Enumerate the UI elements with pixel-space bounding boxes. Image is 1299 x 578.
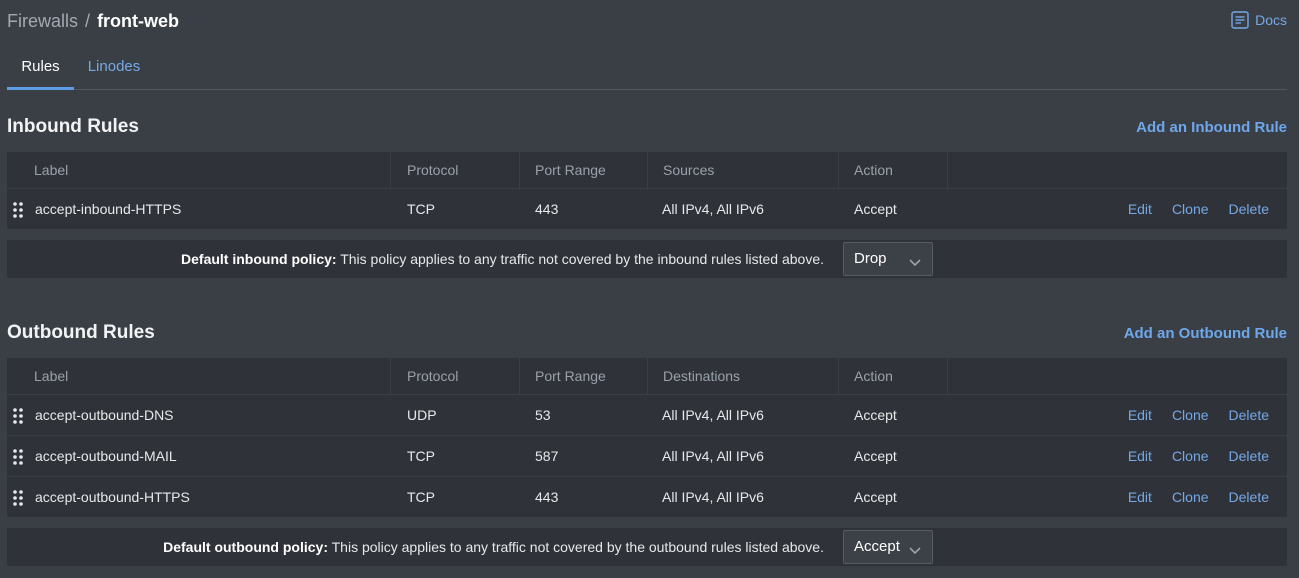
firewall-rules-page: Firewalls / front-web Docs Rules Linodes…: [0, 0, 1299, 578]
edit-rule-button[interactable]: Edit: [1128, 395, 1152, 435]
delete-rule-button[interactable]: Delete: [1229, 395, 1269, 435]
outbound-rules-table: Label Protocol Port Range Destinations A…: [7, 358, 1287, 518]
rule-port-range: 443: [535, 201, 559, 217]
page-title[interactable]: front-web: [97, 11, 179, 31]
rule-action: Accept: [854, 201, 897, 217]
document-icon: [1231, 11, 1249, 29]
drag-handle-icon[interactable]: [13, 408, 23, 424]
inbound-rules-title: Inbound Rules: [7, 116, 139, 137]
outbound-policy-text: This policy applies to any traffic not c…: [327, 539, 824, 555]
rule-port-range: 53: [535, 407, 551, 423]
column-header-action: Action: [838, 152, 948, 189]
rule-label: accept-outbound-MAIL: [35, 448, 177, 464]
delete-rule-button[interactable]: Delete: [1229, 436, 1269, 476]
outbound-policy-bar: Default outbound policy: This policy app…: [7, 528, 1287, 566]
inbound-policy-value: Drop: [854, 250, 887, 267]
rule-label: accept-inbound-HTTPS: [35, 201, 182, 217]
column-header-port-range: Port Range: [519, 358, 648, 395]
rule-protocol: TCP: [407, 201, 435, 217]
table-row: accept-outbound-DNS UDP 53 All IPv4, All…: [7, 395, 1287, 436]
clone-rule-button[interactable]: Clone: [1172, 189, 1209, 229]
rule-label: accept-outbound-HTTPS: [35, 489, 190, 505]
column-header-protocol: Protocol: [391, 358, 520, 395]
rule-protocol: UDP: [407, 407, 437, 423]
rule-action: Accept: [854, 407, 897, 423]
clone-rule-button[interactable]: Clone: [1172, 477, 1209, 517]
column-header-label: Label: [7, 358, 391, 395]
outbound-policy-description: Default outbound policy: This policy app…: [163, 528, 824, 566]
delete-rule-button[interactable]: Delete: [1229, 477, 1269, 517]
column-header-action: Action: [838, 358, 948, 395]
rule-port-range: 587: [535, 448, 559, 464]
table-row: accept-outbound-HTTPS TCP 443 All IPv4, …: [7, 477, 1287, 518]
inbound-policy-bar: Default inbound policy: This policy appl…: [7, 240, 1287, 278]
inbound-policy-description: Default inbound policy: This policy appl…: [181, 240, 824, 278]
breadcrumb: Firewalls / front-web: [7, 10, 179, 32]
delete-rule-button[interactable]: Delete: [1229, 189, 1269, 229]
rule-destinations: All IPv4, All IPv6: [662, 489, 764, 505]
edit-rule-button[interactable]: Edit: [1128, 477, 1152, 517]
rule-action: Accept: [854, 489, 897, 505]
table-header: Label Protocol Port Range Sources Action: [7, 152, 1287, 189]
tab-linodes[interactable]: Linodes: [87, 52, 141, 90]
inbound-policy-select[interactable]: Drop: [843, 242, 933, 276]
outbound-policy-label: Default outbound policy:: [163, 539, 328, 555]
breadcrumb-separator: /: [85, 11, 91, 31]
chevron-down-icon: [909, 254, 921, 272]
column-header-label: Label: [7, 152, 391, 189]
outbound-rules-title: Outbound Rules: [7, 322, 155, 343]
column-header-protocol: Protocol: [391, 152, 520, 189]
rule-protocol: TCP: [407, 489, 435, 505]
table-row: accept-outbound-MAIL TCP 587 All IPv4, A…: [7, 436, 1287, 477]
inbound-policy-label: Default inbound policy:: [181, 251, 337, 267]
clone-rule-button[interactable]: Clone: [1172, 436, 1209, 476]
add-inbound-rule-button[interactable]: Add an Inbound Rule: [1136, 119, 1287, 136]
rule-destinations: All IPv4, All IPv6: [662, 448, 764, 464]
drag-handle-icon[interactable]: [13, 202, 23, 218]
rule-label: accept-outbound-DNS: [35, 407, 174, 423]
add-outbound-rule-button[interactable]: Add an Outbound Rule: [1124, 325, 1287, 342]
rule-port-range: 443: [535, 489, 559, 505]
drag-handle-icon[interactable]: [13, 490, 23, 506]
outbound-policy-select[interactable]: Accept: [843, 530, 933, 564]
rule-action: Accept: [854, 448, 897, 464]
tab-bar: Rules Linodes: [7, 52, 1287, 90]
clone-rule-button[interactable]: Clone: [1172, 395, 1209, 435]
rule-protocol: TCP: [407, 448, 435, 464]
edit-rule-button[interactable]: Edit: [1128, 436, 1152, 476]
inbound-rules-table: Label Protocol Port Range Sources Action…: [7, 152, 1287, 230]
drag-handle-icon[interactable]: [13, 449, 23, 465]
column-header-sources: Sources: [647, 152, 839, 189]
column-header-destinations: Destinations: [647, 358, 839, 395]
outbound-policy-value: Accept: [854, 538, 900, 555]
chevron-down-icon: [909, 542, 921, 560]
tab-rules[interactable]: Rules: [7, 52, 74, 90]
inbound-policy-text: This policy applies to any traffic not c…: [336, 251, 824, 267]
breadcrumb-firewalls-link[interactable]: Firewalls: [7, 11, 78, 31]
table-row: accept-inbound-HTTPS TCP 443 All IPv4, A…: [7, 189, 1287, 230]
docs-link[interactable]: Docs: [1231, 11, 1287, 29]
rule-sources: All IPv4, All IPv6: [662, 201, 764, 217]
edit-rule-button[interactable]: Edit: [1128, 189, 1152, 229]
table-header: Label Protocol Port Range Destinations A…: [7, 358, 1287, 395]
docs-label: Docs: [1255, 12, 1287, 28]
rule-destinations: All IPv4, All IPv6: [662, 407, 764, 423]
column-header-port-range: Port Range: [519, 152, 648, 189]
